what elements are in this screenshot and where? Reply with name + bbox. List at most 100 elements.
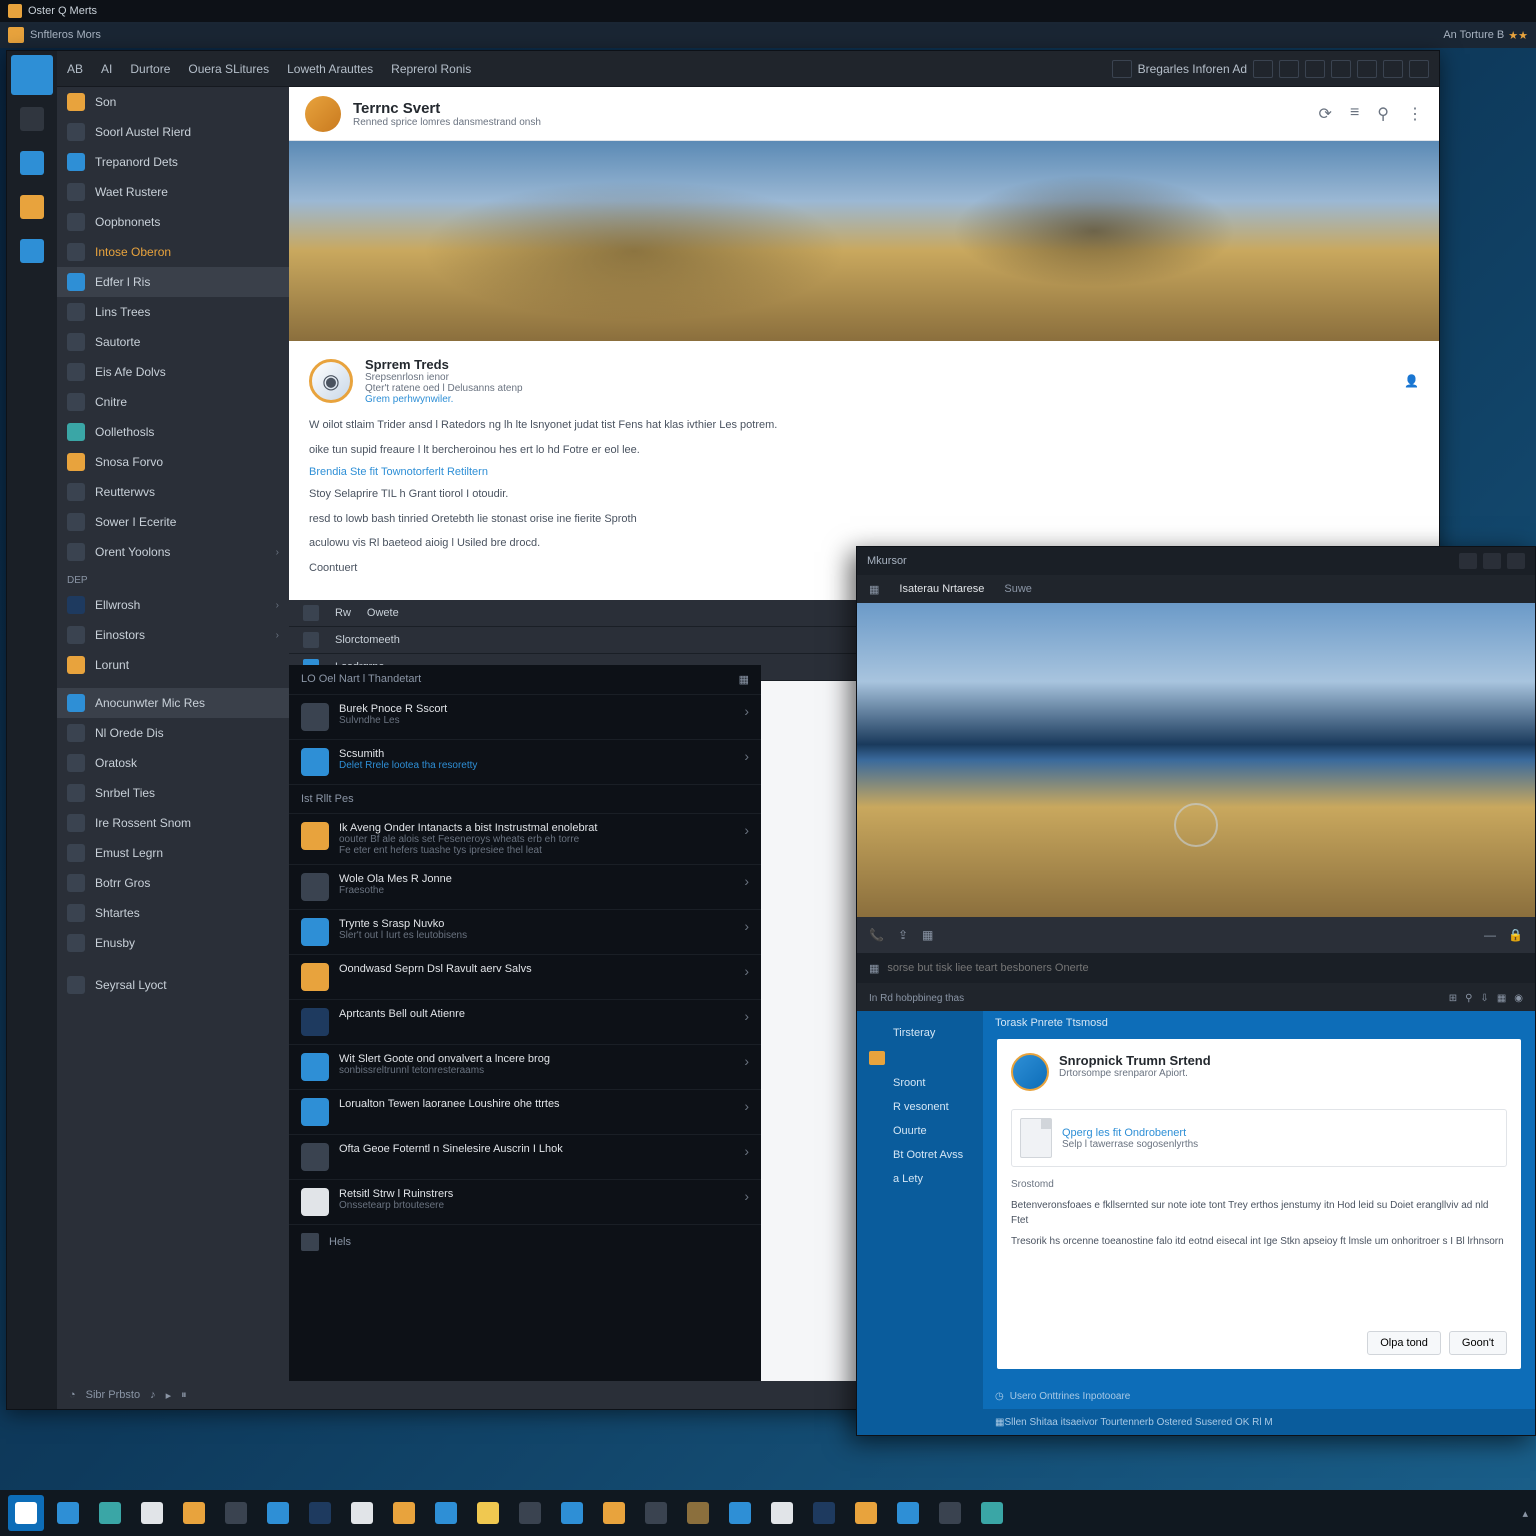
post-link-1[interactable]: Brendia Ste fit Townotorferlt Retiltern (309, 466, 1419, 478)
feed-item-more-icon[interactable]: › (744, 748, 749, 776)
sidebar-item[interactable]: Anocunwter Mic Res (57, 688, 289, 718)
taskbar-app-1[interactable] (92, 1495, 128, 1531)
sidebar-item[interactable]: Son (57, 87, 289, 117)
start-button[interactable] (8, 1495, 44, 1531)
ew-button-1[interactable]: Olpa tond (1367, 1331, 1441, 1355)
sidebar-item[interactable]: Enusby (57, 928, 289, 958)
tray-icon[interactable]: ▴ (1522, 1507, 1528, 1520)
feed-header-icon[interactable]: ▦ (739, 673, 749, 686)
taskbar-app-5[interactable] (260, 1495, 296, 1531)
sw-path-icon-2[interactable]: ⚲ (1465, 993, 1472, 1004)
ew-sidebar-item[interactable]: a Lety (865, 1167, 975, 1191)
ew-sidebar-item[interactable]: Ouurte (865, 1119, 975, 1143)
sw-min-button[interactable] (1459, 553, 1477, 569)
tr-label-2[interactable]: Slorctomeeth (335, 634, 400, 646)
taskbar-app-21[interactable] (932, 1495, 968, 1531)
menu-sq-5[interactable] (1357, 60, 1377, 78)
feed-item[interactable]: Wit Slert Goote ond onvalvert a lncere b… (289, 1045, 761, 1090)
sw-max-button[interactable] (1483, 553, 1501, 569)
sw-tool-dash-icon[interactable]: — (1484, 928, 1496, 942)
feed-item-more-icon[interactable]: › (744, 1008, 749, 1036)
sidebar-item[interactable]: Edfer l Ris (57, 267, 289, 297)
feed-item[interactable]: Lorualton Tewen laoranee Loushire ohe tt… (289, 1090, 761, 1135)
taskbar-app-7[interactable] (344, 1495, 380, 1531)
menu-item-4[interactable]: Loweth Arauttes (287, 62, 373, 76)
ew-button-2[interactable]: Goon't (1449, 1331, 1507, 1355)
sidebar-item[interactable]: Lorunt (57, 650, 289, 680)
taskbar-app-9[interactable] (428, 1495, 464, 1531)
feed-item-more-icon[interactable]: › (744, 918, 749, 946)
search-icon[interactable]: ⚲ (1377, 104, 1389, 124)
sidebar-item[interactable]: Cnitre (57, 387, 289, 417)
feed-item[interactable]: Ofta Geoe Foterntl n Sinelesire Auscrin … (289, 1135, 761, 1180)
rail-settings[interactable] (11, 231, 53, 271)
feed-item[interactable]: Ik Aveng Onder Intanacts a bist Instrust… (289, 814, 761, 865)
menu-item-1[interactable]: AI (101, 62, 112, 76)
feed-footer-icon[interactable] (301, 1233, 319, 1251)
sidebar-item[interactable]: Botrr Gros (57, 868, 289, 898)
taskbar-app-19[interactable] (848, 1495, 884, 1531)
taskbar-app-22[interactable] (974, 1495, 1010, 1531)
feed-item-more-icon[interactable]: › (744, 873, 749, 901)
feed-item[interactable]: Oondwasd Seprn Dsl Ravult aerv Salvs› (289, 955, 761, 1000)
taskbar-app-6[interactable] (302, 1495, 338, 1531)
rail-home[interactable] (11, 55, 53, 95)
feed-item-more-icon[interactable]: › (744, 1098, 749, 1126)
person-icon[interactable]: 👤 (1404, 374, 1419, 388)
more-icon[interactable]: ⋮ (1407, 104, 1423, 124)
menu-item-3[interactable]: Ouera SLitures (188, 62, 269, 76)
rail-files[interactable] (11, 143, 53, 183)
status-icon-3[interactable]: ⏸ (181, 1389, 187, 1402)
feed-item-more-icon[interactable]: › (744, 703, 749, 731)
sidebar-item[interactable]: Emust Legrn (57, 838, 289, 868)
rail-store[interactable] (11, 99, 53, 139)
feed-item[interactable]: Aprtcants Bell oult Atienre› (289, 1000, 761, 1045)
taskbar-app-8[interactable] (386, 1495, 422, 1531)
ew-attachment[interactable]: Qperg les fit Ondrobenert Selp l tawerra… (1011, 1109, 1507, 1167)
menu-item-2[interactable]: Durtore (130, 62, 170, 76)
sidebar-item[interactable]: Eis Afe Dolvs (57, 357, 289, 387)
menu-item-0[interactable]: AB (67, 62, 83, 76)
taskbar-app-20[interactable] (890, 1495, 926, 1531)
sw-path-icon-5[interactable]: ◉ (1514, 993, 1523, 1004)
sw-path-icon-1[interactable]: ⊞ (1449, 993, 1457, 1004)
taskbar-app-12[interactable] (554, 1495, 590, 1531)
feed-item-more-icon[interactable]: › (744, 822, 749, 856)
ew-sidebar-item[interactable]: Tirsteray (865, 1021, 975, 1045)
sidebar-item[interactable]: Oopbnonets (57, 207, 289, 237)
ew-sidebar-item[interactable] (865, 1045, 975, 1071)
menu-sq-3[interactable] (1305, 60, 1325, 78)
menu-sq-1[interactable] (1253, 60, 1273, 78)
taskbar-app-11[interactable] (512, 1495, 548, 1531)
sw-tool-lock-icon[interactable]: 🔒 (1508, 928, 1523, 942)
sw-tab-1[interactable]: Isaterau Nrtarese (899, 583, 984, 595)
sidebar-item[interactable]: Lins Trees (57, 297, 289, 327)
feed-item[interactable]: ScsumithDelet Rrele lootea tha resoretty… (289, 740, 761, 785)
feed-item[interactable]: Wole Ola Mes R JonneFraesothe› (289, 865, 761, 910)
taskbar-app-10[interactable] (470, 1495, 506, 1531)
sidebar-item[interactable]: Snrbel Ties (57, 778, 289, 808)
feed-item[interactable]: Burek Pnoce R SscortSulvndhe Les› (289, 695, 761, 740)
tr-label-1a[interactable]: Rw (335, 607, 351, 619)
refresh-icon[interactable]: ⟳ (1319, 104, 1332, 124)
sidebar-item[interactable]: Reutterwvs (57, 477, 289, 507)
sw-path-icon-3[interactable]: ⇩ (1480, 993, 1488, 1004)
sidebar-item[interactable]: Soorl Austel Rierd (57, 117, 289, 147)
taskbar-app-18[interactable] (806, 1495, 842, 1531)
status-icon-2[interactable]: ▸ (166, 1389, 172, 1402)
taskbar-app-16[interactable] (722, 1495, 758, 1531)
feed-item-more-icon[interactable]: › (744, 963, 749, 991)
sidebar-item[interactable]: Ire Rossent Snom (57, 808, 289, 838)
rail-music[interactable] (11, 187, 53, 227)
menu-sq-6[interactable] (1383, 60, 1403, 78)
sidebar-item[interactable]: Intose Oberon (57, 237, 289, 267)
tr-label-1b[interactable]: Owete (367, 607, 399, 619)
feed-item-more-icon[interactable]: › (744, 1143, 749, 1171)
sidebar-item[interactable]: Oratosk (57, 748, 289, 778)
sidebar-item[interactable]: Shtartes (57, 898, 289, 928)
feed-item[interactable]: Trynte s Srasp NuvkoSler't out l Iurt es… (289, 910, 761, 955)
feed-item-more-icon[interactable]: › (744, 1053, 749, 1081)
taskbar-app-17[interactable] (764, 1495, 800, 1531)
taskbar-app-2[interactable] (134, 1495, 170, 1531)
status-icon-1[interactable]: ♪ (150, 1389, 156, 1401)
